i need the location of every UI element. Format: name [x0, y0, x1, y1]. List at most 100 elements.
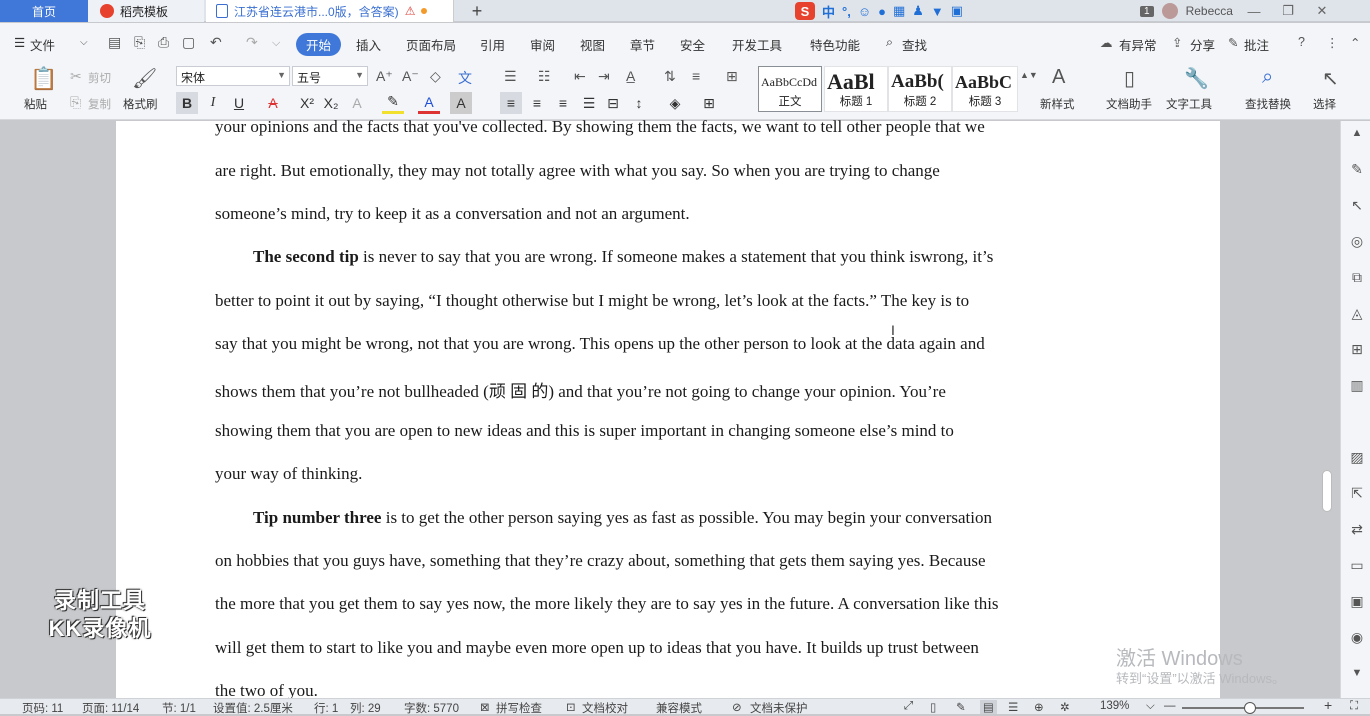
menu-share[interactable]: 分享 [1190, 35, 1215, 54]
cursor-icon[interactable]: ↖ [1349, 197, 1365, 213]
clear-format-icon[interactable]: ◇ [430, 68, 441, 85]
tab-template[interactable]: 稻壳模板 [88, 0, 204, 22]
share-icon[interactable]: ⇪ [1172, 35, 1182, 50]
image-icon[interactable]: ▣ [1349, 593, 1365, 609]
menu-features[interactable]: 特色功能 [810, 35, 860, 54]
menu-view[interactable]: 视图 [580, 35, 605, 54]
style-heading3[interactable]: AaBbC 标题 3 [952, 66, 1018, 112]
grow-font-icon[interactable]: A⁺ [376, 68, 393, 85]
cloud-icon[interactable]: ☁ [1100, 35, 1113, 50]
search-icon[interactable]: ⌕ [886, 35, 893, 50]
read-mode-icon[interactable]: ▯ [930, 700, 936, 714]
strikethrough-icon[interactable]: A [262, 92, 284, 114]
smile-icon[interactable]: ☺ [858, 4, 871, 19]
zoom-slider-knob[interactable] [1244, 702, 1256, 714]
shirt-icon[interactable]: ▼ [931, 4, 944, 19]
border-icon[interactable]: ⊞ [698, 92, 720, 114]
menu-section[interactable]: 章节 [630, 35, 655, 54]
collapse-icon[interactable]: ⌃ [1350, 35, 1360, 50]
hamburger-icon[interactable]: ☰ [14, 35, 25, 50]
menu-review[interactable]: 审阅 [530, 35, 555, 54]
align-left-icon[interactable]: ≡ [500, 92, 522, 114]
restore-icon[interactable]: ❐ [1275, 3, 1301, 19]
paste-icon[interactable]: 📋 [30, 66, 57, 92]
web-view-icon[interactable]: ⊕ [1034, 700, 1044, 714]
vertical-scrollbar[interactable] [1320, 140, 1334, 688]
tab-document[interactable]: 江苏省连云港市...0版，含答案) ⚠ [206, 0, 454, 22]
page-view-icon[interactable]: ▤ [980, 700, 997, 714]
shrink-font-icon[interactable]: A⁻ [402, 68, 419, 85]
scissors-icon[interactable]: ✂ [70, 68, 82, 85]
italic-icon[interactable]: I [202, 92, 224, 114]
zoom-level[interactable]: 139% [1100, 700, 1129, 712]
chevron-down-icon[interactable]: ⌵ [80, 37, 88, 48]
gallery-icon[interactable]: ▨ [1349, 449, 1365, 465]
spacing-icon[interactable]: ↕ [628, 92, 650, 114]
style-scroll-icon[interactable]: ▲▼ [1020, 70, 1038, 80]
menu-start[interactable]: 开始 [296, 33, 342, 56]
proof-icon[interactable]: ⊡ [566, 700, 576, 714]
format-painter-icon[interactable]: 🖌 [132, 66, 157, 91]
layers-icon[interactable]: ◬ [1349, 305, 1365, 321]
menu-file[interactable]: 文件 [30, 35, 55, 54]
people-icon[interactable]: ♟ [912, 3, 924, 19]
ime-punct[interactable]: °, [842, 4, 851, 19]
sort-icon[interactable]: ⇅ [664, 68, 676, 85]
show-marks-icon[interactable]: ⊞ [726, 68, 738, 85]
justify-icon[interactable]: ☰ [578, 92, 600, 114]
print-preview-icon[interactable]: ▢ [182, 34, 195, 51]
location-icon[interactable]: ◎ [1349, 233, 1365, 249]
menu-insert[interactable]: 插入 [356, 35, 381, 54]
bullet-list-icon[interactable]: ☰ [504, 68, 517, 85]
export-icon[interactable]: ⇱ [1349, 485, 1365, 501]
mic-icon[interactable]: ● [878, 4, 886, 19]
shapes-icon[interactable]: ⧉ [1349, 269, 1365, 285]
ime-mode[interactable]: 中 [822, 2, 835, 21]
translate-icon[interactable]: ⇄ [1349, 521, 1365, 537]
bold-icon[interactable]: B [176, 92, 198, 114]
underline-icon[interactable]: U [228, 92, 250, 114]
menu-security[interactable]: 安全 [680, 35, 705, 54]
align-right-icon[interactable]: ≡ [552, 92, 574, 114]
fullscreen-icon[interactable]: ⤢ [904, 700, 913, 713]
style-heading1[interactable]: AaBl 标题 1 [824, 66, 888, 112]
apps-icon[interactable]: ⊞ [1349, 341, 1365, 357]
numbered-list-icon[interactable]: ☷ [538, 68, 551, 85]
font-color-icon[interactable]: A [418, 92, 440, 114]
write-mode-icon[interactable]: ✎ [956, 700, 966, 714]
new-style-button[interactable]: 新样式 [1040, 96, 1075, 112]
superscript-icon[interactable]: X² [296, 92, 318, 114]
zoom-in-icon[interactable]: + [1324, 697, 1332, 713]
distributed-icon[interactable]: ⊟ [602, 92, 624, 114]
scroll-thumb[interactable] [1322, 470, 1332, 512]
user-name[interactable]: Rebecca [1186, 4, 1233, 18]
decrease-indent-icon[interactable]: ⇤ [574, 68, 586, 85]
chevron-down-icon-2[interactable]: ⌵ [272, 37, 280, 50]
doc-assistant-button[interactable]: 文档助手 [1106, 96, 1152, 112]
compass-icon[interactable]: ◉ [1349, 629, 1365, 645]
char-shading-icon[interactable]: A [450, 92, 472, 114]
window-count-badge[interactable]: 1 [1140, 5, 1154, 17]
keyboard-icon[interactable]: ▦ [893, 3, 905, 19]
format-painter-button[interactable]: 格式刷 [123, 96, 158, 112]
avatar[interactable] [1161, 3, 1178, 19]
spellcheck-icon[interactable]: ⊠ [480, 700, 490, 714]
document-page[interactable]: your opinions and the facts that you've … [116, 117, 1220, 700]
redo-icon[interactable]: ↷ [246, 34, 258, 51]
select-cursor-icon[interactable]: ↖ [1322, 66, 1339, 91]
text-effect-icon[interactable]: A [346, 92, 368, 114]
more-icon[interactable]: ⋮ [1326, 35, 1339, 50]
style-heading2[interactable]: AaBb( 标题 2 [888, 66, 952, 112]
box-icon[interactable]: ▭ [1349, 557, 1365, 573]
help-icon[interactable]: ? [1298, 35, 1305, 49]
wrench-icon[interactable]: 🔧 [1184, 66, 1209, 91]
outline-view-icon[interactable]: ☰ [1008, 700, 1018, 714]
chinese-layout-icon[interactable]: A̲ [626, 68, 635, 84]
close-icon[interactable]: ✕ [1309, 3, 1335, 19]
find-replace-icon[interactable]: ⌕ [1262, 66, 1273, 89]
scroll-up-icon[interactable]: ▲ [1349, 125, 1365, 141]
new-style-icon[interactable]: A [1052, 66, 1065, 89]
print-icon[interactable]: ⎙ [158, 34, 169, 51]
menu-references[interactable]: 引用 [480, 35, 505, 54]
eye-protect-icon[interactable]: ✲ [1060, 700, 1070, 714]
